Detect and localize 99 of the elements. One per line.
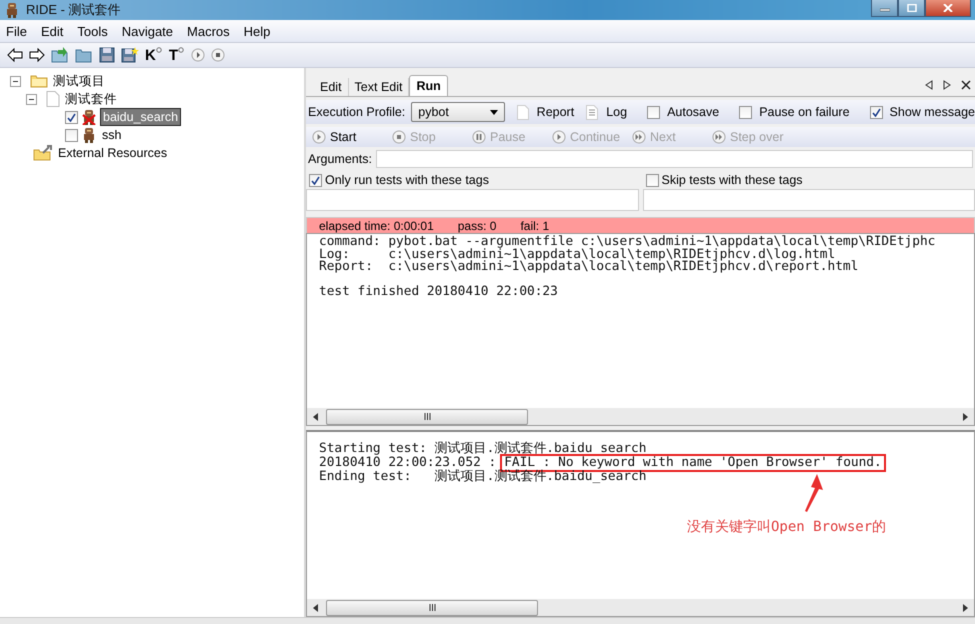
open-button[interactable] (50, 46, 70, 64)
forward-button[interactable] (28, 47, 46, 63)
tab[interactable]: Run (409, 75, 448, 96)
output-line: Log: c:\users\admini~1\appdata\local\temp\RIDEtjphcv.d\log.html (319, 248, 836, 261)
maximize-icon (906, 4, 916, 12)
dropdown-arrow-icon (490, 110, 498, 114)
tags-field[interactable] (642, 189, 975, 211)
keyword-search-button[interactable]: K (144, 46, 164, 64)
checkbox-label: Only run tests with these tags (325, 173, 489, 187)
right-arrow-icon (29, 48, 45, 62)
log-line: Starting test: 测试项目.测试套件.baidu_search (319, 442, 648, 456)
check-icon (872, 108, 881, 116)
stop-icon (392, 130, 406, 144)
left-triangle-icon[interactable] (313, 412, 318, 420)
output-line: Report: c:\users\admini~1\appdata\local\temp\RIDEtjphcv.d\report.html (319, 261, 860, 274)
save-button[interactable] (98, 46, 116, 64)
expander-icon[interactable] (10, 76, 21, 86)
status-text: pass: 0 (458, 218, 496, 232)
minimize-button[interactable] (871, 0, 898, 17)
horizontal-scrollbar[interactable] (307, 408, 974, 425)
window-title: RIDE - 测试套件 (26, 1, 121, 19)
magnifier-icon (178, 46, 186, 54)
annotation-text: 没有关键字叫Open Browser的 (687, 518, 886, 536)
text-document-icon (586, 104, 598, 120)
maximize-button[interactable] (898, 0, 925, 17)
checkbox-label: Pause on failure (759, 105, 850, 119)
tree-item[interactable]: baidu_search (100, 108, 182, 126)
menu-item[interactable]: Help (240, 24, 278, 38)
status-text: elapsed time: 0:00:01 (319, 218, 434, 232)
scrollbar-thumb[interactable] (326, 408, 528, 424)
output-line: command: pybot.bat --argumentfile c:\users\admini~1\appdata\local\temp\RIDEtjphc (319, 236, 936, 248)
scrollbar-thumb[interactable] (326, 600, 538, 616)
log-button[interactable]: Log (586, 104, 628, 120)
right-triangle-icon[interactable] (963, 604, 968, 612)
floppy-icon (99, 47, 115, 63)
folder-icon (75, 47, 93, 63)
close-icon (943, 4, 953, 12)
menu-item[interactable]: Edit (36, 24, 72, 38)
tree-item[interactable]: ssh (100, 127, 124, 143)
floppy-star-icon (121, 47, 139, 63)
left-arrow-icon (7, 48, 23, 62)
menu-item[interactable]: Tools (73, 24, 116, 38)
grip-icon (428, 604, 436, 611)
checkbox-label: Skip tests with these tags (662, 173, 803, 187)
tags-field[interactable] (306, 189, 638, 211)
close-icon[interactable] (961, 80, 971, 90)
close-button[interactable] (925, 0, 971, 17)
log-timestamp: 20180410 22:00:23.052 : (319, 456, 496, 470)
check-icon (67, 112, 76, 122)
profile-dropdown[interactable]: pybot (411, 102, 505, 122)
menu-item[interactable]: Macros (183, 24, 238, 38)
log-message: FAIL : No keyword with name 'Open Browser' found. (502, 456, 884, 470)
report-button[interactable]: Report (516, 104, 574, 120)
folder-arrow-icon (51, 47, 69, 63)
tree-item[interactable]: 测试套件 (63, 90, 119, 108)
magnifier-icon (156, 46, 163, 54)
play-icon (312, 130, 326, 144)
checkbox-label: Show message (890, 105, 975, 119)
tree-item[interactable]: 测试项目 (51, 72, 107, 90)
checkbox[interactable] (309, 174, 322, 186)
checkbox[interactable] (870, 106, 883, 118)
save-all-button[interactable] (120, 46, 140, 64)
expander-icon[interactable] (26, 94, 37, 104)
stop-icon (211, 48, 226, 62)
label: Arguments: (308, 152, 372, 166)
left-triangle-icon[interactable] (313, 604, 318, 612)
pause-icon (472, 130, 486, 144)
status-text: fail: 1 (520, 218, 550, 232)
stop-button[interactable] (210, 47, 226, 63)
checkbox[interactable] (739, 106, 752, 118)
checkbox[interactable] (65, 128, 78, 142)
play-icon (552, 130, 566, 144)
run-control-button[interactable]: Start (312, 130, 392, 144)
horizontal-scrollbar[interactable] (307, 599, 974, 616)
document-icon (516, 104, 529, 120)
output-line: test finished 20180410 22:00:23 (319, 286, 559, 298)
tab[interactable]: Edit (314, 78, 349, 96)
left-triangle-icon[interactable] (925, 80, 933, 90)
menu-item[interactable]: File (2, 24, 35, 38)
robot-icon (4, 2, 20, 18)
label: Execution Profile: (308, 105, 406, 119)
grip-icon (424, 413, 430, 420)
play-icon (191, 48, 206, 62)
test-search-button[interactable]: T (168, 46, 186, 64)
right-triangle-icon[interactable] (943, 80, 951, 90)
checkbox[interactable] (646, 174, 658, 186)
tree-item[interactable]: External Resources (56, 145, 170, 161)
document-icon (46, 91, 60, 107)
checkbox[interactable] (65, 110, 78, 124)
menu-item[interactable]: Navigate (118, 24, 182, 38)
checkbox-label: Autosave (667, 105, 720, 119)
arguments-field[interactable] (376, 150, 973, 168)
checkbox[interactable] (647, 106, 660, 118)
back-button[interactable] (6, 47, 24, 63)
check-icon (311, 176, 320, 184)
log-line: Ending test: 测试项目.测试套件.baidu_search (319, 470, 648, 484)
folder-icon (30, 74, 48, 88)
right-triangle-icon[interactable] (963, 412, 968, 420)
run-button[interactable] (190, 47, 206, 63)
